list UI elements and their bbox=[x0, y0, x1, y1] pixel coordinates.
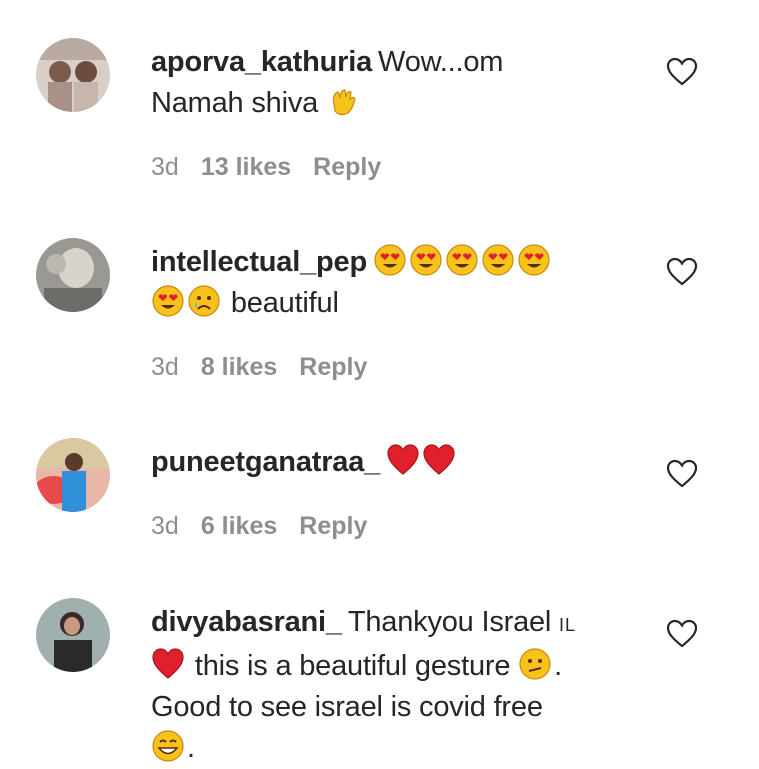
avatar[interactable] bbox=[36, 438, 110, 512]
comment-text: Good to see israel is covid free bbox=[151, 691, 543, 723]
red-heart-icon bbox=[386, 443, 420, 477]
grinning-face-emoji bbox=[151, 729, 185, 763]
comment-body: aporva_kathuria Wow...om Namah shiva bbox=[151, 42, 631, 124]
heart-eyes-emoji bbox=[151, 284, 185, 318]
comment-body: intellectual_pep beautiful bbox=[151, 242, 631, 324]
likes-count[interactable]: 6 likes bbox=[201, 512, 277, 540]
comment-text: Wow...om bbox=[378, 46, 504, 78]
timestamp[interactable]: 3d bbox=[151, 353, 179, 381]
comment-body: divyabasrani_ Thankyou Israel IL this is … bbox=[151, 602, 631, 769]
comment-text: . bbox=[187, 732, 195, 764]
comment-text: this is a beautiful gesture bbox=[194, 650, 511, 682]
like-heart-icon[interactable] bbox=[666, 57, 698, 87]
like-heart-icon[interactable] bbox=[666, 257, 698, 287]
username[interactable]: divyabasrani_ bbox=[151, 606, 342, 638]
confused-face-emoji bbox=[518, 647, 552, 681]
red-heart-icon bbox=[151, 647, 185, 681]
sad-tear-emoji bbox=[187, 284, 221, 318]
username[interactable]: intellectual_pep bbox=[151, 246, 367, 278]
comment-text: Thankyou Israel bbox=[347, 606, 552, 638]
avatar[interactable] bbox=[36, 598, 110, 672]
heart-eyes-emoji bbox=[517, 243, 551, 277]
reply-button[interactable]: Reply bbox=[299, 512, 367, 540]
heart-eyes-emoji bbox=[373, 243, 407, 277]
heart-eyes-emoji bbox=[409, 243, 443, 277]
comment-text: beautiful bbox=[230, 287, 339, 319]
like-heart-icon[interactable] bbox=[666, 459, 698, 489]
avatar[interactable] bbox=[36, 38, 110, 112]
username[interactable]: aporva_kathuria bbox=[151, 46, 372, 78]
heart-eyes-emoji bbox=[445, 243, 479, 277]
flag-text: IL bbox=[559, 615, 577, 635]
comment-meta: 3d 8 likes Reply bbox=[151, 353, 389, 382]
red-heart-icon bbox=[422, 443, 456, 477]
like-heart-icon[interactable] bbox=[666, 619, 698, 649]
comment-meta: 3d 13 likes Reply bbox=[151, 153, 403, 182]
username[interactable]: puneetganatraa_ bbox=[151, 446, 380, 478]
likes-count[interactable]: 13 likes bbox=[201, 153, 291, 181]
avatar[interactable] bbox=[36, 238, 110, 312]
timestamp[interactable]: 3d bbox=[151, 153, 179, 181]
timestamp[interactable]: 3d bbox=[151, 512, 179, 540]
comment-body: puneetganatraa_ bbox=[151, 442, 631, 483]
comment-text: Namah shiva bbox=[151, 87, 319, 119]
heart-eyes-emoji bbox=[481, 243, 515, 277]
comment-text: . bbox=[554, 650, 562, 682]
likes-count[interactable]: 8 likes bbox=[201, 353, 277, 381]
waving-hand-icon bbox=[326, 84, 360, 118]
comment-meta: 3d 6 likes Reply bbox=[151, 512, 389, 541]
reply-button[interactable]: Reply bbox=[313, 153, 381, 181]
reply-button[interactable]: Reply bbox=[299, 353, 367, 381]
